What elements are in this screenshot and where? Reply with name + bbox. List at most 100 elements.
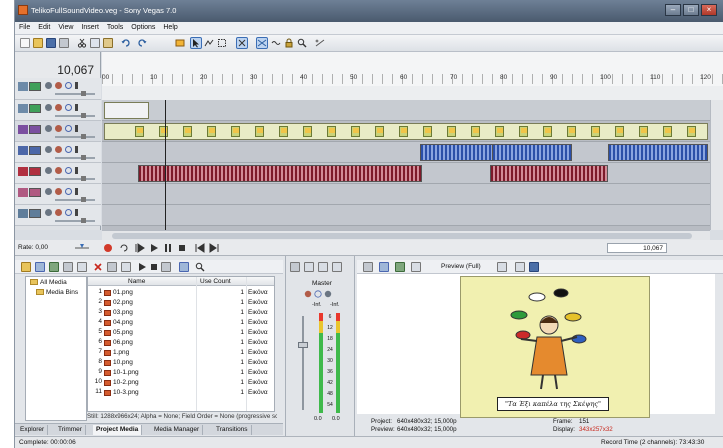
play-from-start-icon[interactable] — [135, 243, 145, 253]
insert-bus-icon[interactable] — [290, 262, 300, 272]
auto-ripple-icon[interactable] — [271, 38, 281, 48]
file-row[interactable]: 5 05.png 1 Εικόνα — [88, 328, 274, 338]
redo-icon[interactable] — [137, 38, 147, 48]
fx-icon[interactable] — [55, 146, 62, 153]
save-icon[interactable] — [46, 38, 56, 48]
tab-media-manager[interactable]: Media Manager — [151, 425, 204, 435]
master-solo-icon[interactable] — [324, 290, 332, 300]
new-icon[interactable] — [20, 38, 30, 48]
more-icon[interactable] — [75, 125, 78, 132]
file-row[interactable]: 4 04.png 1 Εικόνα — [88, 318, 274, 328]
delete-icon[interactable] — [93, 262, 103, 272]
mute-icon[interactable] — [45, 167, 52, 174]
events-grouping-icon[interactable] — [315, 38, 325, 48]
audio-event[interactable] — [420, 144, 496, 161]
master-fx-icon[interactable] — [304, 290, 312, 300]
file-row[interactable]: 7 1.png 1 Εικόνα — [88, 348, 274, 358]
solo-icon[interactable] — [65, 104, 72, 111]
timeline-tracks[interactable] — [102, 100, 710, 230]
copy-snapshot-icon[interactable] — [515, 262, 525, 272]
search-icon[interactable] — [195, 262, 205, 272]
more-icon[interactable] — [75, 82, 78, 89]
tree-item-media-bins[interactable]: Media Bins — [36, 289, 78, 296]
audio-event[interactable] — [608, 144, 708, 161]
media-properties-icon[interactable] — [107, 262, 117, 272]
video-event[interactable] — [104, 123, 708, 140]
dim-output-icon[interactable] — [332, 262, 342, 272]
video-fx-icon[interactable] — [395, 262, 405, 272]
master-mute-icon[interactable] — [314, 290, 322, 300]
menu-edit[interactable]: Edit — [34, 22, 54, 31]
get-media-icon[interactable] — [49, 262, 59, 272]
fx-icon[interactable] — [55, 167, 62, 174]
close-button[interactable]: × — [701, 4, 717, 16]
file-row[interactable]: 2 02.png 1 Εικόνα — [88, 298, 274, 308]
pause-icon[interactable] — [163, 243, 173, 253]
properties-icon[interactable] — [59, 38, 69, 48]
split-screen-icon[interactable] — [411, 262, 421, 272]
timeline-vertical-scrollbar[interactable] — [710, 100, 723, 230]
render-icon[interactable] — [175, 38, 185, 48]
track-header-4[interactable] — [15, 142, 101, 163]
fx-icon[interactable] — [55, 125, 62, 132]
rate-slider[interactable] — [75, 243, 89, 253]
file-row[interactable]: 9 10-1.png 1 Εικόνα — [88, 368, 274, 378]
level-slider[interactable] — [55, 197, 95, 202]
track-lane-5[interactable] — [102, 163, 710, 184]
timeline-horizontal-scrollbar[interactable] — [102, 230, 710, 240]
external-monitor-icon[interactable] — [379, 262, 389, 272]
undo-icon[interactable] — [121, 38, 131, 48]
fx-icon[interactable] — [55, 188, 62, 195]
more-icon[interactable] — [75, 209, 78, 216]
envelope-tool-icon[interactable] — [204, 38, 214, 48]
mute-icon[interactable] — [45, 82, 52, 89]
lock-envelopes-icon[interactable] — [284, 38, 294, 48]
remove-unused-icon[interactable] — [77, 262, 87, 272]
menu-insert[interactable]: Insert — [77, 22, 103, 31]
menu-help[interactable]: Help — [159, 22, 181, 31]
play-preview-icon[interactable] — [137, 262, 147, 272]
tab-project-media[interactable]: Project Media — [93, 425, 143, 435]
file-row[interactable]: 8 10.png 1 Εικόνα — [88, 358, 274, 368]
solo-icon[interactable] — [65, 146, 72, 153]
solo-icon[interactable] — [65, 167, 72, 174]
mute-icon[interactable] — [45, 146, 52, 153]
maximize-button[interactable]: □ — [683, 4, 699, 16]
video-event[interactable] — [104, 102, 149, 119]
cursor-position-field[interactable]: 10,067 — [607, 243, 667, 253]
file-row[interactable]: 11 10-3.png 1 Εικόνα — [88, 388, 274, 398]
go-to-end-icon[interactable] — [209, 243, 219, 253]
level-slider[interactable] — [55, 155, 95, 160]
save-snapshot-icon[interactable] — [529, 262, 539, 272]
record-icon[interactable] — [103, 243, 113, 253]
track-header-7[interactable] — [15, 205, 101, 226]
track-header-2[interactable] — [15, 100, 101, 121]
solo-icon[interactable] — [65, 209, 72, 216]
media-fx-icon[interactable] — [121, 262, 131, 272]
auto-preview-icon[interactable] — [161, 262, 171, 272]
tree-item-all-media[interactable]: All Media — [30, 279, 67, 286]
fx-icon[interactable] — [55, 209, 62, 216]
mute-icon[interactable] — [45, 188, 52, 195]
tab-trimmer[interactable]: Trimmer — [55, 425, 86, 435]
level-slider[interactable] — [55, 134, 95, 139]
open-folder-icon[interactable] — [33, 38, 43, 48]
track-header-1[interactable] — [15, 78, 101, 100]
column-name[interactable]: Name — [128, 278, 145, 285]
stop-icon[interactable] — [177, 243, 187, 253]
tab-explorer[interactable]: Explorer — [17, 425, 49, 435]
solo-icon[interactable] — [65, 125, 72, 132]
menu-view[interactable]: View — [54, 22, 77, 31]
cut-icon[interactable] — [77, 38, 87, 48]
more-icon[interactable] — [75, 104, 78, 111]
extract-audio-icon[interactable] — [63, 262, 73, 272]
solo-icon[interactable] — [65, 188, 72, 195]
track-lane-4[interactable] — [102, 142, 710, 163]
mixer-fx-icon[interactable] — [304, 262, 314, 272]
solo-icon[interactable] — [65, 82, 72, 89]
paste-icon[interactable] — [103, 38, 113, 48]
overlays-icon[interactable] — [497, 262, 507, 272]
loop-icon[interactable] — [119, 243, 129, 253]
mute-icon[interactable] — [45, 104, 52, 111]
timeline-cursor[interactable] — [165, 100, 166, 230]
